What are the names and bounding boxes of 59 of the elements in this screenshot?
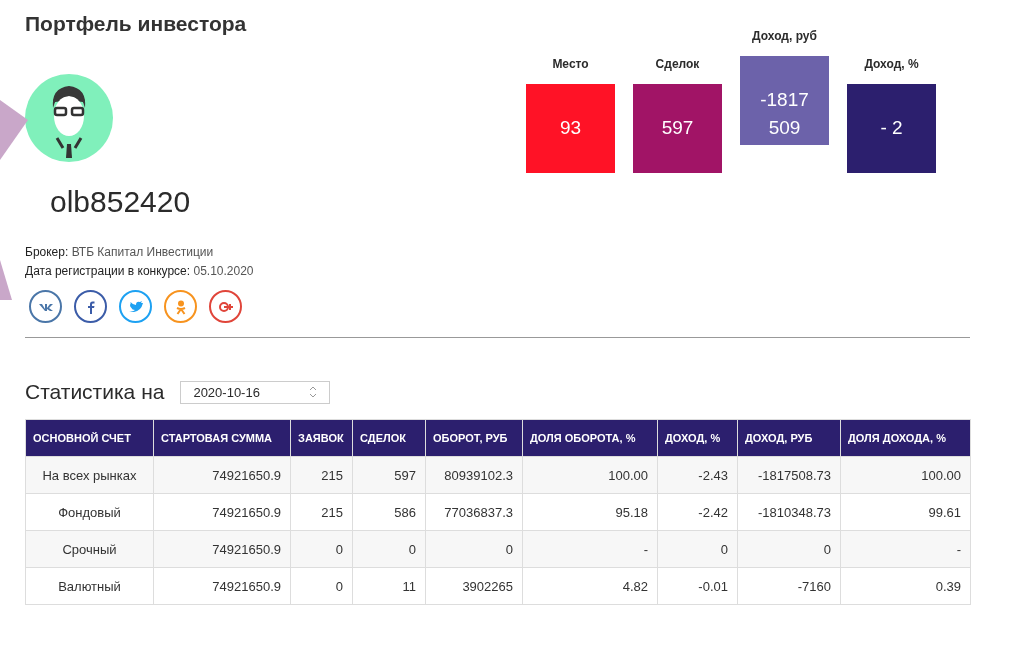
stat-label: Доход, % — [863, 56, 920, 72]
table-cell: 0 — [657, 530, 738, 568]
table-cell: 586 — [352, 493, 426, 531]
table-cell: -2.42 — [657, 493, 738, 531]
table-cell: 215 — [290, 493, 353, 531]
column-header: ДОХОД, % — [657, 419, 738, 457]
table-cell: 215 — [290, 456, 353, 494]
stat-tile: -1817 509 — [740, 56, 829, 145]
table-cell: -7160 — [737, 567, 841, 605]
table-cell: Фондовый — [25, 493, 154, 531]
table-cell: 74921650.9 — [153, 530, 291, 568]
column-header: ДОХОД, РУБ — [737, 419, 841, 457]
table-cell: Срочный — [25, 530, 154, 568]
table-cell: 99.61 — [840, 493, 971, 531]
stat-label: Доход, руб — [751, 28, 818, 44]
table-cell: 597 — [352, 456, 426, 494]
table-cell: 95.18 — [522, 493, 658, 531]
table-cell: -2.43 — [657, 456, 738, 494]
table-cell: 74921650.9 — [153, 456, 291, 494]
table-cell: -1810348.73 — [737, 493, 841, 531]
stat-tile: 93 — [526, 84, 615, 173]
table-cell: 77036837.3 — [425, 493, 523, 531]
table-cell: На всех рынках — [25, 456, 154, 494]
table-cell: 11 — [352, 567, 426, 605]
table-cell: 0 — [425, 530, 523, 568]
table-cell: 74921650.9 — [153, 567, 291, 605]
stat-tile: 597 — [633, 84, 722, 173]
column-header: ДОЛЯ ДОХОДА, % — [840, 419, 971, 457]
stat-tile: - 2 — [847, 84, 936, 173]
table-cell: -0.01 — [657, 567, 738, 605]
table-cell: 0 — [290, 530, 353, 568]
table-cell: 0 — [290, 567, 353, 605]
table-cell: 100.00 — [840, 456, 971, 494]
table-cell: -1817508.73 — [737, 456, 841, 494]
info-line: Брокер: ВТБ Капитал Инвестиции — [25, 245, 215, 259]
table-cell: Валютный — [25, 567, 154, 605]
info-line: Дата регистрации в конкурсе: 05.10.2020 — [25, 264, 255, 278]
column-header: ОБОРОТ, РУБ — [425, 419, 523, 457]
table-cell: 0 — [352, 530, 426, 568]
column-header: ОСНОВНОЙ СЧЕТ — [25, 419, 154, 457]
table-cell: - — [522, 530, 658, 568]
stat-label: Сделок — [654, 56, 701, 72]
section-title: Статистика на — [25, 380, 165, 404]
column-header: ДОЛЯ ОБОРОТА, % — [522, 419, 658, 457]
table-cell: 80939102.3 — [425, 456, 523, 494]
column-header: СДЕЛОК — [352, 419, 426, 457]
date-field[interactable]: 2020-10-16 — [180, 380, 331, 404]
table-cell: 4.82 — [522, 567, 658, 605]
username: olb852420 — [50, 185, 192, 219]
stat-label: Место — [551, 56, 590, 72]
table-cell: 74921650.9 — [153, 493, 291, 531]
table-cell: 100.00 — [522, 456, 658, 494]
table-cell: 0 — [737, 530, 841, 568]
table-cell: 3902265 — [425, 567, 523, 605]
table-cell: - — [840, 530, 971, 568]
column-header: СТАРТОВАЯ СУММА — [153, 419, 291, 457]
page-title: Портфель инвестора — [25, 12, 247, 36]
table-cell: 0.39 — [840, 567, 971, 605]
column-header: ЗАЯВОК — [290, 419, 353, 457]
